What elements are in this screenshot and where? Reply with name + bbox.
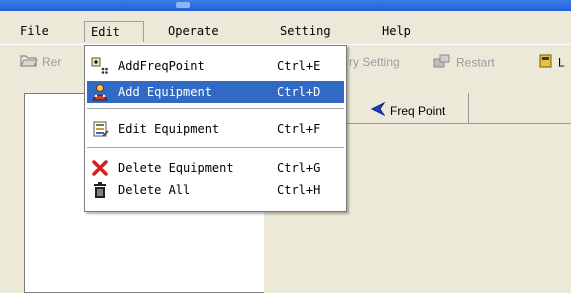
menu-help[interactable]: Help [376,21,417,42]
menu-item-shortcut: Ctrl+G [277,161,321,175]
menu-operate[interactable]: Operate [162,21,225,42]
menu-item-edit-equipment[interactable]: Edit Equipment Ctrl+F [87,118,344,140]
menu-help-label: Help [382,24,411,38]
menu-item-shortcut: Ctrl+E [277,59,321,73]
menu-item-add-equipment[interactable]: Add Equipment Ctrl+D [87,81,344,103]
menu-setting[interactable]: Setting [274,21,337,42]
toolbar-open-label: Rer [42,55,62,69]
edit-menu-dropdown: AddFreqPoint Ctrl+E Add Equipment Ctrl+D… [84,45,347,212]
menu-operate-label: Operate [168,24,219,38]
menu-file[interactable]: File [14,21,55,42]
toolbar-open-button[interactable]: Rer [20,53,61,71]
toolbar-l-label: L [558,55,565,70]
menu-separator [87,108,344,110]
tab-freq-point-label: Freq Point [390,104,446,118]
menu-edit-label: Edit [91,25,120,39]
edit-equipment-icon [91,120,109,138]
menu-item-shortcut: Ctrl+D [277,85,321,99]
toolbar-restart-label: Restart [456,55,495,70]
menu-item-label: AddFreqPoint [118,59,205,73]
menu-item-label: Delete Equipment [118,161,234,175]
menu-item-label: Delete All [118,183,191,197]
menu-item-add-freq-point[interactable]: AddFreqPoint Ctrl+E [87,55,344,77]
toolbar-restart-button[interactable]: Restart [432,53,495,71]
restart-icon [432,53,452,74]
menu-item-label: Add Equipment [118,85,212,99]
toolbar-setting-button[interactable]: ry Setting [349,53,400,71]
menu-setting-label: Setting [280,24,331,38]
folder-open-icon [20,53,38,72]
menu-item-shortcut: Ctrl+F [277,122,321,136]
title-bar [0,0,571,11]
menu-item-shortcut: Ctrl+H [277,183,321,197]
menu-file-label: File [20,24,49,38]
add-freq-point-icon [91,57,109,75]
menu-bar: File Edit Operate Setting Help [0,19,571,43]
toolbar-l-button[interactable]: L [538,53,565,71]
menu-separator [87,147,344,149]
add-equipment-icon [91,83,109,101]
toolbar-setting-label: ry Setting [349,55,400,69]
app-logo-icon [176,2,190,8]
book-icon [538,53,554,74]
menu-item-delete-equipment[interactable]: Delete Equipment Ctrl+G [87,157,344,179]
menu-item-delete-all[interactable]: Delete All Ctrl+H [87,179,344,201]
trash-can-icon [91,181,109,199]
arrow-left-icon [370,101,386,119]
menu-item-label: Edit Equipment [118,122,220,136]
menu-edit[interactable]: Edit [84,21,144,42]
delete-x-icon [91,159,109,177]
